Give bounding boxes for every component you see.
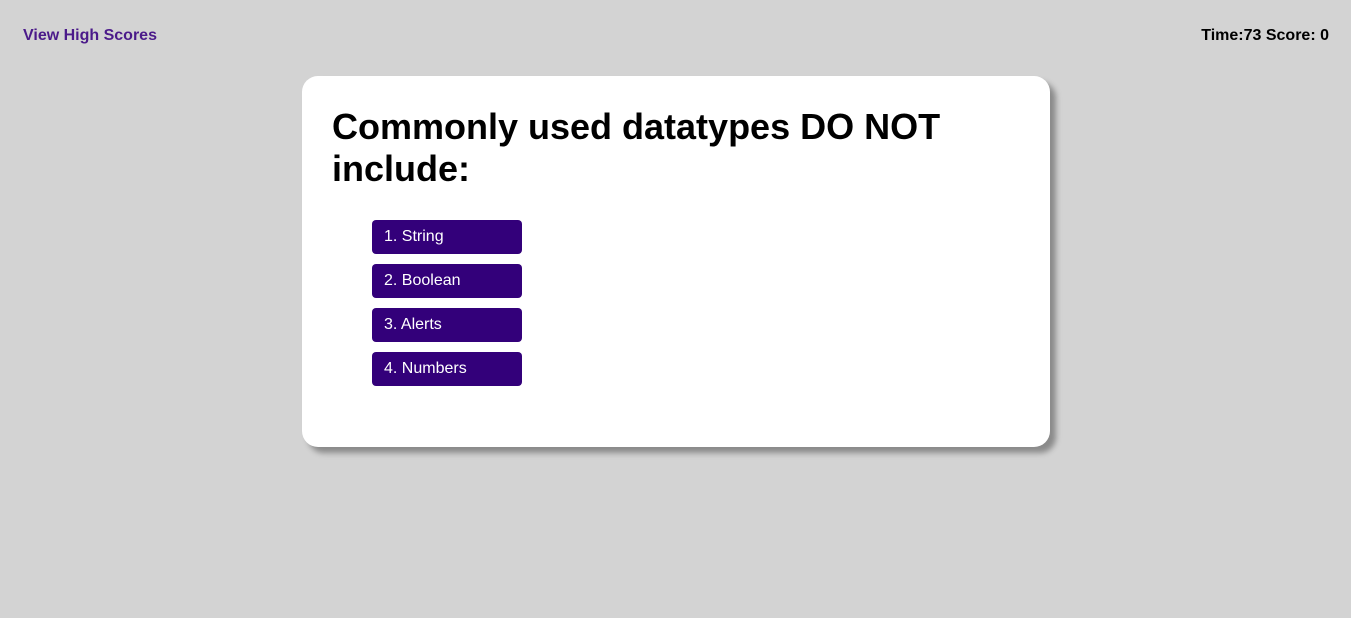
question-text: Commonly used datatypes DO NOT include:: [332, 106, 941, 189]
answer-button-1[interactable]: 1. String: [372, 220, 522, 254]
quiz-card: Commonly used datatypes DO NOT include: …: [302, 76, 1050, 447]
answer-item: 3. Alerts: [372, 308, 522, 342]
answer-item: 1. String: [372, 220, 522, 254]
time-score-display: Time:73 Score: 0: [1201, 27, 1329, 44]
answer-button-2[interactable]: 2. Boolean: [372, 264, 522, 298]
answer-item: 2. Boolean: [372, 264, 522, 298]
answer-list: 1. String 2. Boolean 3. Alerts 4. Number…: [372, 220, 522, 396]
answer-button-4[interactable]: 4. Numbers: [372, 352, 522, 386]
view-high-scores-link[interactable]: View High Scores: [23, 27, 157, 45]
answer-button-3[interactable]: 3. Alerts: [372, 308, 522, 342]
answer-item: 4. Numbers: [372, 352, 522, 386]
